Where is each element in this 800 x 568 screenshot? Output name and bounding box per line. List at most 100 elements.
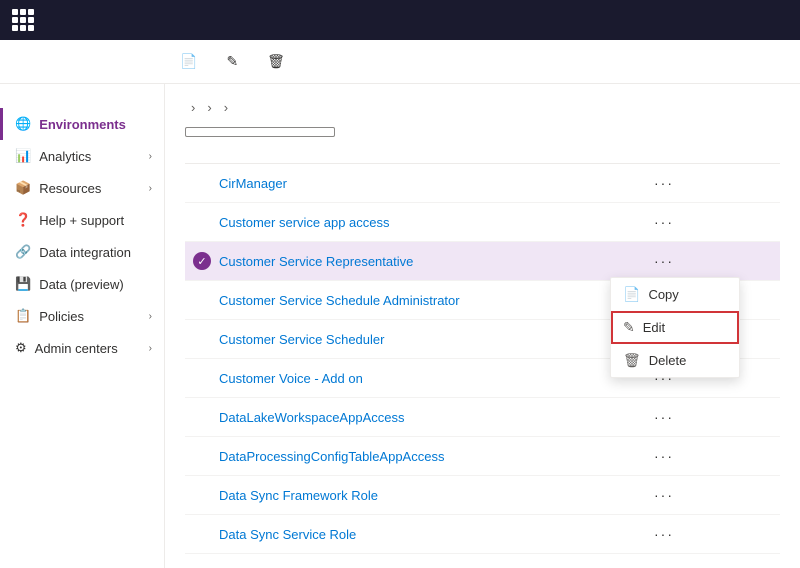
role-cell: Data Sync Service Role bbox=[185, 527, 640, 542]
sidebar-icon-6: 📋 bbox=[15, 308, 31, 324]
selected-check-icon: ✓ bbox=[193, 252, 211, 270]
breadcrumb: › › › bbox=[185, 100, 780, 115]
actions-cell: ··· bbox=[640, 483, 780, 507]
sidebar: 🌐 Environments 📊 Analytics › 📦 Resources… bbox=[0, 84, 165, 568]
more-actions-button[interactable]: ··· bbox=[648, 171, 680, 195]
sidebar-item-help--support[interactable]: ❓ Help + support bbox=[0, 204, 164, 236]
sidebar-item-analytics[interactable]: 📊 Analytics › bbox=[0, 140, 164, 172]
more-actions-button[interactable]: ··· bbox=[648, 405, 680, 429]
toolbar: 📄 ✎ 🗑 bbox=[0, 40, 800, 84]
edit-icon: ✎ bbox=[623, 319, 635, 336]
role-cell: ✓ Customer Service Representative bbox=[185, 252, 640, 270]
role-name-link[interactable]: Customer Service Schedule Administrator bbox=[219, 293, 460, 308]
more-actions-button[interactable]: ··· bbox=[648, 483, 680, 507]
sidebar-item-environments[interactable]: 🌐 Environments bbox=[0, 108, 164, 140]
sidebar-label-1: Analytics bbox=[39, 149, 91, 164]
sidebar-item-resources[interactable]: 📦 Resources › bbox=[0, 172, 164, 204]
role-name-link[interactable]: Customer Service Representative bbox=[219, 254, 413, 269]
top-nav bbox=[0, 0, 800, 40]
edit-icon: ✎ bbox=[226, 53, 238, 70]
sidebar-icon-0: 🌐 bbox=[15, 116, 31, 132]
role-name-link[interactable]: DataProcessingConfigTableAppAccess bbox=[219, 449, 444, 464]
table-row: ✓ Customer Service Representative ···📄Copy… bbox=[185, 242, 780, 281]
sidebar-label-3: Help + support bbox=[39, 213, 124, 228]
copy-label: Copy bbox=[648, 287, 678, 302]
delete-icon: 🗑 bbox=[267, 53, 285, 70]
sidebar-label-4: Data integration bbox=[39, 245, 131, 260]
sidebar-icon-4: 🔗 bbox=[15, 244, 31, 260]
table-row: Data Sync Framework Role ··· bbox=[185, 476, 780, 515]
sidebar-icon-3: ❓ bbox=[15, 212, 31, 228]
edit-label: Edit bbox=[643, 320, 665, 335]
sidebar-icon-1: 📊 bbox=[15, 148, 31, 164]
role-name-link[interactable]: Data Sync Service Role bbox=[219, 527, 356, 542]
more-actions-button[interactable]: ··· bbox=[648, 522, 680, 546]
table-body: CirManager···Customer service app access… bbox=[185, 164, 780, 568]
table-header bbox=[185, 151, 780, 164]
context-menu-delete[interactable]: 🗑 Delete bbox=[611, 344, 739, 377]
breadcrumb-sep-2: › bbox=[207, 100, 211, 115]
copy-icon: 📄 bbox=[623, 286, 640, 303]
role-cell: DataLakeWorkspaceAppAccess bbox=[185, 410, 640, 425]
table-row: Customer service app access ··· bbox=[185, 203, 780, 242]
sidebar-icon-7: ⚙ bbox=[15, 340, 27, 356]
breadcrumb-sep-1: › bbox=[191, 100, 195, 115]
table-row: DataLakeWorkspaceAppAccess ··· bbox=[185, 398, 780, 437]
sidebar-label-2: Resources bbox=[39, 181, 101, 196]
copy-button[interactable]: 📄 bbox=[170, 48, 212, 75]
table-row: Delegate··· bbox=[185, 554, 780, 568]
sidebar-item-policies[interactable]: 📋 Policies › bbox=[0, 300, 164, 332]
role-name-link[interactable]: DataLakeWorkspaceAppAccess bbox=[219, 410, 404, 425]
chevron-icon-7: › bbox=[149, 343, 152, 354]
sidebar-item-data-preview[interactable]: 💾 Data (preview) bbox=[0, 268, 164, 300]
sidebar-item-admin-centers[interactable]: ⚙ Admin centers › bbox=[0, 332, 164, 364]
role-name-link[interactable]: Customer Service Scheduler bbox=[219, 332, 384, 347]
more-actions-button[interactable]: ··· bbox=[648, 210, 680, 234]
table-row: DataProcessingConfigTableAppAccess ··· bbox=[185, 437, 780, 476]
role-cell: DataProcessingConfigTableAppAccess bbox=[185, 449, 640, 464]
actions-cell: ···📄Copy✎Edit🗑Delete bbox=[640, 249, 780, 273]
actions-cell: ··· bbox=[640, 171, 780, 195]
more-actions-button[interactable]: ··· bbox=[648, 561, 680, 568]
more-actions-button[interactable]: ··· bbox=[648, 444, 680, 468]
role-cell: Data Sync Framework Role bbox=[185, 488, 640, 503]
role-cell: Customer Voice - Add on bbox=[185, 371, 640, 386]
sidebar-label-5: Data (preview) bbox=[39, 277, 124, 292]
apps-icon[interactable] bbox=[12, 9, 34, 31]
chevron-icon-6: › bbox=[149, 311, 152, 322]
context-menu-copy[interactable]: 📄 Copy bbox=[611, 278, 739, 311]
more-actions-button[interactable]: ··· bbox=[648, 249, 680, 273]
role-name-link[interactable]: Customer service app access bbox=[219, 215, 390, 230]
actions-cell: ··· bbox=[640, 210, 780, 234]
role-name-link[interactable]: Customer Voice - Add on bbox=[219, 371, 363, 386]
chevron-icon-1: › bbox=[149, 151, 152, 162]
sidebar-label-6: Policies bbox=[39, 309, 84, 324]
role-cell: Customer Service Scheduler bbox=[185, 332, 640, 347]
delete-label: Delete bbox=[649, 353, 687, 368]
sidebar-label-7: Admin centers bbox=[35, 341, 118, 356]
sidebar-item-data-integration[interactable]: 🔗 Data integration bbox=[0, 236, 164, 268]
role-name-link[interactable]: Data Sync Framework Role bbox=[219, 488, 378, 503]
chevron-icon-2: › bbox=[149, 183, 152, 194]
actions-cell: ··· bbox=[640, 522, 780, 546]
actions-cell: ··· bbox=[640, 561, 780, 568]
breadcrumb-sep-3: › bbox=[224, 100, 228, 115]
table-row: CirManager ··· bbox=[185, 164, 780, 203]
content-area: › › › CirManager bbox=[165, 84, 800, 568]
main-layout: 🌐 Environments 📊 Analytics › 📦 Resources… bbox=[0, 84, 800, 568]
business-unit-select[interactable] bbox=[185, 127, 335, 137]
context-menu-edit[interactable]: ✎ Edit bbox=[611, 311, 739, 344]
actions-cell: ··· bbox=[640, 405, 780, 429]
hamburger-icon[interactable] bbox=[0, 92, 164, 108]
context-menu: 📄 Copy ✎ Edit 🗑 Delete bbox=[610, 277, 740, 378]
sidebar-label-0: Environments bbox=[39, 117, 126, 132]
delete-icon: 🗑 bbox=[623, 352, 641, 369]
role-cell: Customer Service Schedule Administrator bbox=[185, 293, 640, 308]
edit-button[interactable]: ✎ bbox=[216, 48, 253, 75]
role-cell: CirManager bbox=[185, 176, 640, 191]
sidebar-icon-5: 💾 bbox=[15, 276, 31, 292]
delete-button[interactable]: 🗑 bbox=[257, 48, 300, 75]
actions-cell: ··· bbox=[640, 444, 780, 468]
sidebar-icon-2: 📦 bbox=[15, 180, 31, 196]
role-name-link[interactable]: CirManager bbox=[219, 176, 287, 191]
